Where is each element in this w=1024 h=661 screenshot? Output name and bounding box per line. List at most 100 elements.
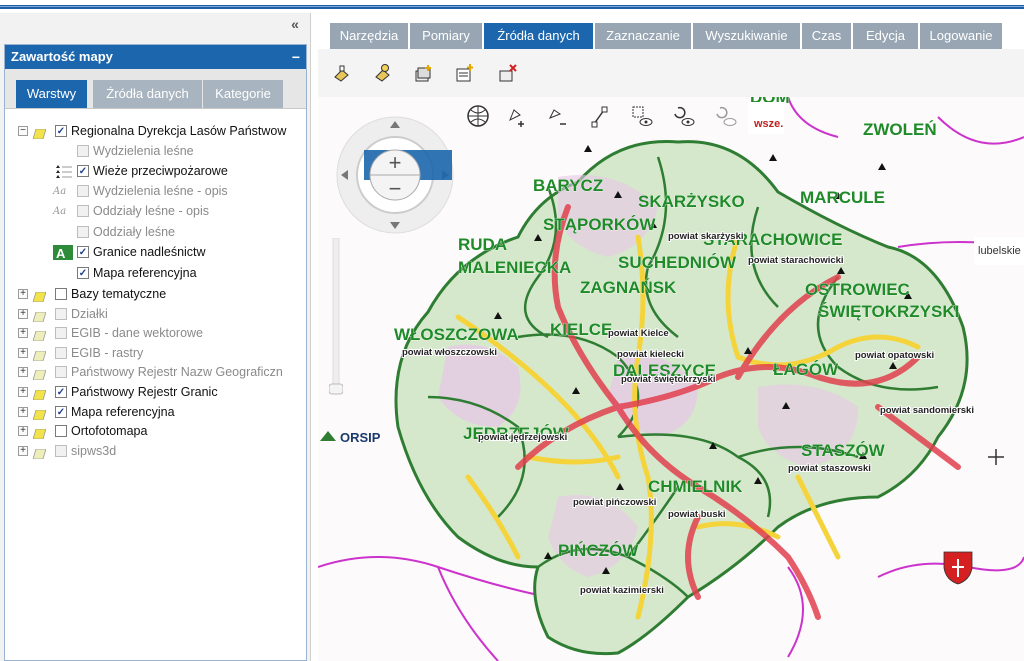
tab-edycja[interactable]: Edycja <box>853 23 918 49</box>
layer-row[interactable]: A ✓ Granice nadleśnictw <box>5 243 306 262</box>
layer-checkbox[interactable]: ✓ <box>77 267 89 279</box>
svg-text:wsze.: wsze. <box>753 118 783 130</box>
zoom-slider[interactable] <box>329 238 343 396</box>
layer-row[interactable]: + ✓ Mapa referencyjna <box>5 403 306 422</box>
layer-row[interactable]: + ✓ Państwowy Rejestr Granic <box>5 383 306 402</box>
app-top-bar <box>0 0 1024 9</box>
tab-czas[interactable]: Czas <box>802 23 851 49</box>
tab-warstwy[interactable]: Warstwy <box>16 80 87 108</box>
tab-wyszukiwanie[interactable]: Wyszukiwanie <box>693 23 800 49</box>
add-layer-icon[interactable] <box>414 63 434 83</box>
layer-checkbox[interactable] <box>77 226 89 238</box>
layer-checkbox[interactable]: ✓ <box>77 165 89 177</box>
zoom-out-button[interactable]: − <box>389 176 402 201</box>
layer-row[interactable]: + EGIB - rastry <box>5 344 306 363</box>
layer-row[interactable]: ✓ Mapa referencyjna <box>5 264 306 283</box>
minimize-panel-button[interactable]: − <box>292 45 300 69</box>
map-label-staporkow: STĄPORKÓW <box>543 215 656 234</box>
layer-row[interactable]: + Bazy tematyczne <box>5 285 306 304</box>
layer-row[interactable]: + Ortofotomapa <box>5 422 306 441</box>
boundary-legend-icon: A <box>53 244 75 261</box>
tab-narzedzia[interactable]: Narzędzia <box>330 23 408 49</box>
layer-checkbox[interactable] <box>55 327 67 339</box>
layer-label: Wydzielenia leśne - opis <box>93 184 228 198</box>
layer-label: EGIB - dane wektorowe <box>71 326 204 340</box>
layer-settings-icon[interactable] <box>373 63 393 83</box>
svg-text:A: A <box>56 246 66 261</box>
coat-of-arms-icon <box>943 551 973 585</box>
tab-zrodla-danych[interactable]: Źródła danych <box>93 80 202 108</box>
layer-checkbox[interactable] <box>77 145 89 157</box>
map-label-zagnansk: ZAGNAŃSK <box>580 278 677 297</box>
expand-toggle-icon[interactable]: + <box>18 309 28 319</box>
view-icon[interactable] <box>674 106 695 126</box>
add-point-icon[interactable] <box>509 109 524 127</box>
tab-zrodla-danych-main[interactable]: Źródła danych <box>484 23 593 49</box>
map-label-suchedniow: SUCHEDNIÓW <box>618 253 737 272</box>
draw-line-icon[interactable] <box>591 106 608 128</box>
text-style-icon: Aa <box>53 206 67 217</box>
expand-toggle-icon[interactable]: + <box>18 348 28 358</box>
layer-checkbox[interactable]: ✓ <box>77 246 89 258</box>
layer-label: Państwowy Rejestr Nazw Geograficzn <box>71 365 283 379</box>
layer-checkbox[interactable] <box>55 366 67 378</box>
layer-group-icon <box>32 309 47 323</box>
add-wms-icon[interactable] <box>455 63 475 83</box>
layer-label: sipws3d <box>71 444 117 458</box>
layer-row[interactable]: ✓ Wieże przeciwpożarowe <box>5 162 306 181</box>
layer-label: Ortofotomapa <box>71 424 148 438</box>
layer-row[interactable]: Wydzielenia leśne <box>5 142 306 161</box>
layer-group-icon <box>32 387 47 401</box>
expand-toggle-icon[interactable]: + <box>18 367 28 377</box>
layer-checkbox[interactable] <box>55 425 67 437</box>
layer-row[interactable]: − ✓ Regionalna Dyrekcja Lasów Państwow <box>5 122 306 141</box>
layer-row[interactable]: + EGIB - dane wektorowe <box>5 324 306 343</box>
layer-edit-icon[interactable] <box>332 63 352 83</box>
layer-checkbox[interactable]: ✓ <box>55 386 67 398</box>
layer-row[interactable]: Aa Wydzielenia leśne - opis <box>5 182 306 201</box>
layer-checkbox[interactable] <box>77 205 89 217</box>
layer-checkbox[interactable]: ✓ <box>55 125 67 137</box>
county-label-wloszczowski: powiat włoszczowski <box>402 347 497 358</box>
layer-group-icon <box>32 367 47 381</box>
layer-tree: − ✓ Regionalna Dyrekcja Lasów Państwow Wydz… <box>5 115 306 660</box>
view-hide-icon[interactable] <box>716 106 737 126</box>
globe-icon[interactable] <box>467 105 489 127</box>
map-label-marcule: MARCULE <box>800 188 885 207</box>
layer-checkbox[interactable]: ✓ <box>55 406 67 418</box>
expand-toggle-icon[interactable]: + <box>18 446 28 456</box>
layer-checkbox[interactable] <box>55 288 67 300</box>
expand-toggle-icon[interactable]: + <box>18 328 28 338</box>
layer-row[interactable]: Aa Oddziały leśne - opis <box>5 202 306 221</box>
layer-checkbox[interactable] <box>55 445 67 457</box>
layer-row[interactable]: + Działki <box>5 305 306 324</box>
tab-kategorie[interactable]: Kategorie <box>203 80 283 108</box>
expand-toggle-icon[interactable]: + <box>18 387 28 397</box>
tab-zaznaczanie[interactable]: Zaznaczanie <box>595 23 691 49</box>
layer-checkbox[interactable] <box>55 347 67 359</box>
remove-point-icon[interactable] <box>548 109 566 125</box>
tab-pomiary[interactable]: Pomiary <box>410 23 482 49</box>
zoom-slider-handle[interactable] <box>329 383 343 395</box>
layer-row[interactable]: + Państwowy Rejestr Nazw Geograficzn <box>5 363 306 382</box>
layer-row[interactable]: Oddziały leśne <box>5 223 306 242</box>
layer-style-icon <box>53 224 75 241</box>
select-area-icon[interactable] <box>632 106 653 126</box>
tab-logowanie[interactable]: Logowanie <box>920 23 1002 49</box>
county-label-skarzyski: powiat skarżyski <box>668 231 744 242</box>
remove-layer-icon[interactable] <box>498 63 518 83</box>
expand-toggle-icon[interactable]: − <box>18 126 28 136</box>
expand-toggle-icon[interactable]: + <box>18 426 28 436</box>
layer-label: Oddziały leśne <box>93 225 175 239</box>
expand-toggle-icon[interactable]: + <box>18 289 28 299</box>
panel-header: Zawartość mapy − <box>5 45 306 69</box>
zoom-in-button[interactable]: + <box>389 150 402 175</box>
layer-checkbox[interactable] <box>55 308 67 320</box>
layer-row[interactable]: + sipws3d <box>5 442 306 461</box>
expand-toggle-icon[interactable]: + <box>18 407 28 417</box>
county-label-opatowski: powiat opatowski <box>855 350 934 361</box>
map-label-skarzysko: SKARŻYSKO <box>638 192 745 211</box>
layer-checkbox[interactable] <box>77 185 89 197</box>
layer-label: Działki <box>71 307 108 321</box>
collapse-sidebar-button[interactable]: « <box>287 16 303 32</box>
